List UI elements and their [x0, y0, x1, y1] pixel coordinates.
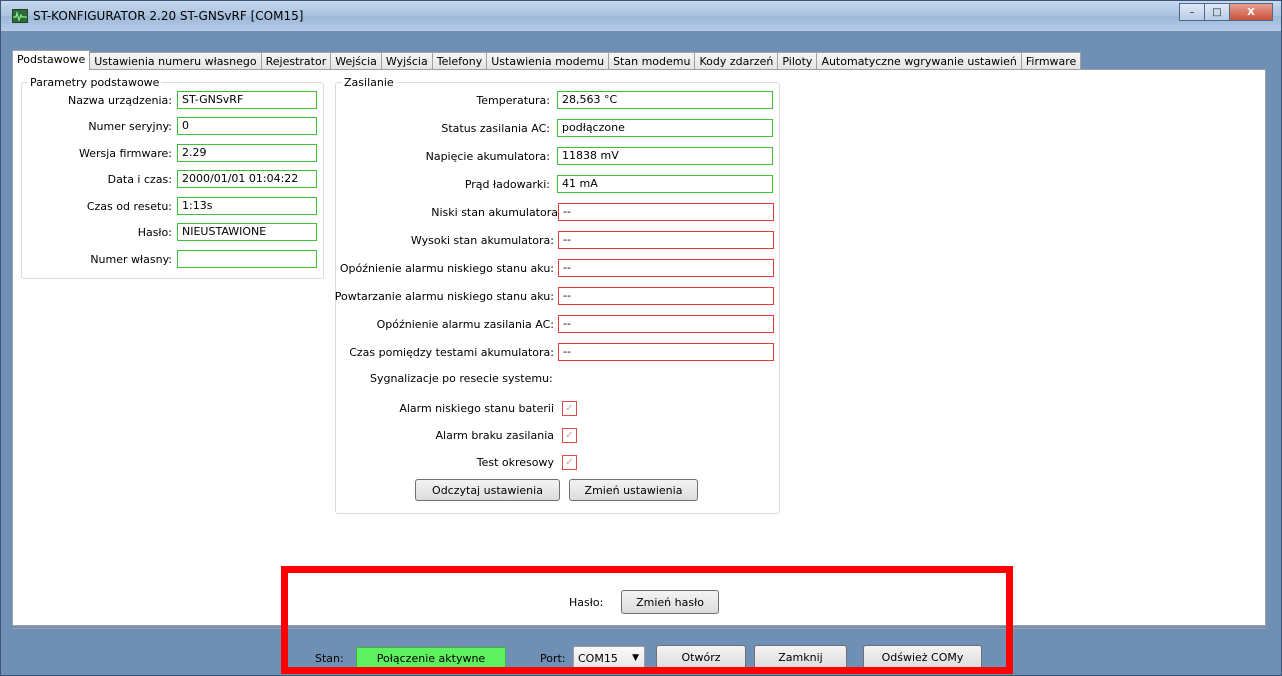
row-low-alarm-delay: Opóźnienie alarmu niskiego stanu aku: -- — [334, 259, 774, 277]
signals-label: Sygnalizacje po resecie systemu: — [370, 372, 553, 385]
battery-voltage-field: 11838 mV — [557, 147, 773, 165]
low-alarm-delay-label: Opóźnienie alarmu niskiego stanu aku: — [339, 261, 554, 275]
row-check-periodic-test: Test okresowy ✓ — [334, 453, 577, 471]
tab-podstawowe[interactable]: Podstawowe — [12, 50, 91, 70]
serial-label: Numer seryjny: — [88, 119, 172, 133]
tab-strip: Podstawowe Ustawienia numeru własnego Re… — [12, 50, 1082, 70]
own-number-field — [177, 250, 317, 268]
close-window-button[interactable]: X — [1229, 3, 1273, 21]
tab-wyjscia[interactable]: Wyjścia — [380, 52, 433, 70]
row-ac-status: Status zasilania AC: podłączone — [334, 119, 773, 137]
row-low-battery: Niski stan akumulatora -- — [334, 203, 774, 221]
chevron-down-icon: ▼ — [632, 653, 639, 663]
tab-piloty[interactable]: Piloty — [777, 52, 818, 70]
firmware-field: 2.29 — [177, 144, 317, 162]
window-controls: – □ X — [1179, 3, 1273, 21]
own-number-label: Numer własny: — [90, 252, 172, 266]
ac-status-label: Status zasilania AC: — [441, 121, 550, 135]
port-label: Port: — [540, 652, 566, 665]
tab-firmware[interactable]: Firmware — [1020, 52, 1082, 70]
battery-voltage-label: Napięcie akumulatora: — [425, 149, 550, 163]
row-high-battery: Wysoki stan akumulatora: -- — [334, 231, 774, 249]
minimize-button[interactable]: – — [1179, 3, 1205, 21]
port-select-value: COM15 — [578, 651, 618, 665]
row-datetime: Data i czas: 2000/01/01 01:04:22 — [20, 170, 317, 188]
temperature-label: Temperatura: — [476, 93, 550, 107]
tab-kody-zdarzen[interactable]: Kody zdarzeń — [694, 52, 779, 70]
check-low-battery-label: Alarm niskiego stanu baterii — [399, 401, 554, 415]
port-select[interactable]: COM15 ▼ — [573, 646, 645, 670]
check-power-loss-checkbox[interactable]: ✓ — [562, 427, 577, 443]
row-charger-current: Prąd ładowarki: 41 mA — [334, 175, 773, 193]
row-battery-voltage: Napięcie akumulatora: 11838 mV — [334, 147, 773, 165]
app-icon — [12, 9, 28, 23]
tab-stan-modemu[interactable]: Stan modemu — [608, 52, 696, 70]
tab-telefony[interactable]: Telefony — [431, 52, 488, 70]
uptime-field: 1:13s — [177, 197, 317, 215]
open-port-button[interactable]: Otwórz — [656, 645, 746, 669]
uptime-label: Czas od resetu: — [86, 199, 172, 213]
charger-current-label: Prąd ładowarki: — [464, 177, 550, 191]
read-settings-button[interactable]: Odczytaj ustawienia — [415, 479, 560, 501]
low-battery-label: Niski stan akumulatora — [431, 205, 558, 219]
ac-status-field: podłączone — [557, 119, 773, 137]
password-status-field: NIEUSTAWIONE — [177, 223, 317, 241]
row-temperature: Temperatura: 28,563 °C — [334, 91, 773, 109]
row-serial: Numer seryjny: 0 — [20, 117, 317, 135]
check-periodic-test-checkbox[interactable]: ✓ — [562, 454, 577, 470]
row-ac-alarm-delay: Opóźnienie alarmu zasilania AC: -- — [334, 315, 774, 333]
password-label: Hasło: — [569, 596, 604, 609]
change-password-button[interactable]: Zmień hasło — [621, 590, 719, 614]
close-port-button[interactable]: Zamknij — [754, 645, 847, 669]
row-battery-test-interval: Czas pomiędzy testami akumulatora: -- — [334, 343, 774, 361]
basic-parameters-title: Parametry podstawowe — [28, 76, 162, 89]
ac-alarm-delay-label: Opóźnienie alarmu zasilania AC: — [376, 317, 554, 331]
check-power-loss-label: Alarm braku zasilania — [435, 428, 554, 442]
row-check-low-battery: Alarm niskiego stanu baterii ✓ — [334, 399, 577, 417]
row-password: Hasło: NIEUSTAWIONE — [20, 223, 317, 241]
low-alarm-delay-field[interactable]: -- — [558, 259, 774, 277]
datetime-label: Data i czas: — [107, 172, 172, 186]
tab-ustawienia-modemu[interactable]: Ustawienia modemu — [486, 52, 610, 70]
connection-status-badge: Połączenie aktywne — [356, 647, 506, 669]
datetime-field: 2000/01/01 01:04:22 — [177, 170, 317, 188]
check-periodic-test-label: Test okresowy — [476, 455, 554, 469]
tab-automatyczne-wgrywanie[interactable]: Automatyczne wgrywanie ustawień — [816, 52, 1022, 70]
change-settings-button[interactable]: Zmień ustawienia — [569, 479, 698, 501]
tab-ustawienia-numeru[interactable]: Ustawienia numeru własnego — [89, 52, 262, 70]
title-bar[interactable]: ST-KONFIGURATOR 2.20 ST-GNSvRF [COM15] –… — [1, 1, 1281, 31]
row-low-alarm-repeat: Powtarzanie alarmu niskiego stanu aku: -… — [334, 287, 774, 305]
tab-rejestrator[interactable]: Rejestrator — [260, 52, 332, 70]
refresh-ports-button[interactable]: Odśwież COMy — [863, 645, 982, 669]
row-uptime: Czas od resetu: 1:13s — [20, 197, 317, 215]
window-title: ST-KONFIGURATOR 2.20 ST-GNSvRF [COM15] — [33, 9, 304, 23]
low-alarm-repeat-label: Powtarzanie alarmu niskiego stanu aku: — [334, 289, 554, 303]
power-title: Zasilanie — [342, 76, 396, 89]
row-device-name: Nazwa urządzenia: ST-GNSvRF — [20, 91, 317, 109]
ac-alarm-delay-field[interactable]: -- — [558, 315, 774, 333]
charger-current-field: 41 mA — [557, 175, 773, 193]
high-battery-label: Wysoki stan akumulatora: — [410, 233, 554, 247]
tab-wejscia[interactable]: Wejścia — [330, 52, 382, 70]
row-own-number: Numer własny: — [20, 250, 317, 268]
maximize-button[interactable]: □ — [1204, 3, 1230, 21]
row-check-power-loss: Alarm braku zasilania ✓ — [334, 426, 577, 444]
check-low-battery-checkbox[interactable]: ✓ — [562, 400, 577, 416]
low-alarm-repeat-field[interactable]: -- — [558, 287, 774, 305]
temperature-field: 28,563 °C — [557, 91, 773, 109]
status-separator — [12, 628, 1266, 629]
battery-test-interval-label: Czas pomiędzy testami akumulatora: — [349, 345, 554, 359]
low-battery-field[interactable]: -- — [558, 203, 774, 221]
serial-field: 0 — [177, 117, 317, 135]
password-status-label: Hasło: — [137, 225, 172, 239]
device-name-label: Nazwa urządzenia: — [68, 93, 172, 107]
device-name-field: ST-GNSvRF — [177, 91, 317, 109]
status-label: Stan: — [315, 652, 344, 665]
battery-test-interval-field[interactable]: -- — [558, 343, 774, 361]
firmware-label: Wersja firmware: — [78, 146, 172, 160]
high-battery-field[interactable]: -- — [558, 231, 774, 249]
row-firmware: Wersja firmware: 2.29 — [20, 144, 317, 162]
